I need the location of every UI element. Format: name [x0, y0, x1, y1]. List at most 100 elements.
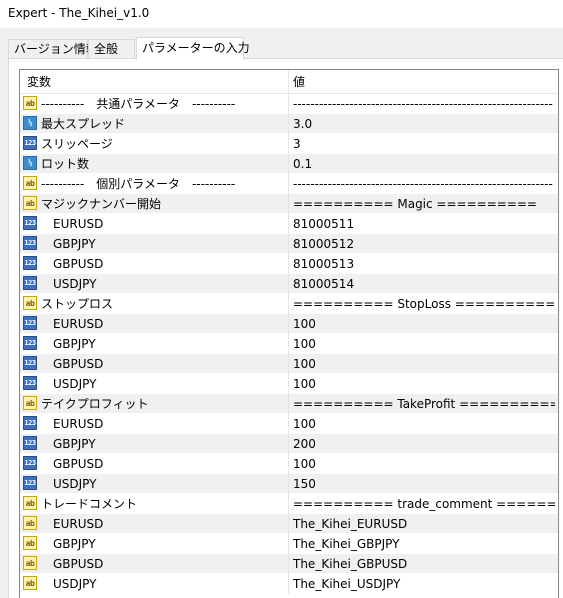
parameter-value[interactable]: The_Kihei_GBPJPY — [293, 534, 555, 554]
parameter-name: EURUSD — [53, 317, 104, 331]
parameter-row[interactable]: ab トレードコメント ========== trade_comment =====… — [20, 494, 558, 514]
parameter-value[interactable]: 81000512 — [293, 234, 555, 254]
tab-general[interactable]: 全般 — [88, 39, 135, 59]
parameter-row[interactable]: ab GBPUSD The_Kihei_GBPUSD — [20, 554, 558, 574]
parameter-name: テイクプロフィット — [41, 397, 149, 411]
string-type-icon: ab — [23, 536, 37, 550]
parameter-name: GBPUSD — [53, 357, 104, 371]
parameter-name: ロット数 — [41, 157, 90, 171]
double-type-icon: ½ — [23, 156, 37, 170]
parameter-row[interactable]: ab ---------- 個別パラメータ ---------- ---------… — [20, 174, 558, 194]
cell-divider — [288, 214, 289, 234]
grid-rows: ab ---------- 共通パラメータ ---------- ---------… — [20, 94, 558, 594]
parameter-value[interactable]: 81000514 — [293, 274, 555, 294]
parameter-name: USDJPY — [53, 377, 97, 391]
parameter-row[interactable]: 123 GBPUSD 100 — [20, 454, 558, 474]
parameter-value[interactable]: 3.0 — [293, 114, 555, 134]
parameter-row[interactable]: ½ ロット数 0.1 — [20, 154, 558, 174]
integer-type-icon: 123 — [23, 236, 37, 250]
integer-type-icon: 123 — [23, 356, 37, 370]
column-divider[interactable] — [288, 70, 289, 93]
parameter-value[interactable]: ========== TakeProfit ========== — [293, 394, 555, 414]
parameter-value[interactable]: ----------------------------------------… — [293, 174, 555, 194]
tab-version-info[interactable]: バージョン情報 — [8, 39, 98, 59]
parameter-row[interactable]: 123 USDJPY 150 — [20, 474, 558, 494]
cell-divider — [288, 94, 289, 114]
parameter-name: 最大スプレッド — [41, 117, 126, 131]
parameter-value[interactable]: The_Kihei_USDJPY — [293, 574, 555, 594]
parameter-value[interactable]: 81000513 — [293, 254, 555, 274]
parameter-row[interactable]: 123 GBPJPY 81000512 — [20, 234, 558, 254]
parameter-value[interactable]: 100 — [293, 334, 555, 354]
parameter-row[interactable]: ab USDJPY The_Kihei_USDJPY — [20, 574, 558, 594]
parameter-row[interactable]: ab テイクプロフィット ========== TakeProfit =======… — [20, 394, 558, 414]
parameter-row[interactable]: 123 EURUSD 81000511 — [20, 214, 558, 234]
cell-divider — [288, 334, 289, 354]
parameter-value[interactable]: The_Kihei_GBPUSD — [293, 554, 555, 574]
string-type-icon: ab — [23, 296, 37, 310]
string-type-icon: ab — [23, 576, 37, 590]
parameter-row[interactable]: ab ストップロス ========== StopLoss ========== — [20, 294, 558, 314]
parameter-name: ---------- 共通パラメータ ---------- — [41, 97, 236, 111]
parameter-name: EURUSD — [53, 217, 104, 231]
parameter-value[interactable]: The_Kihei_EURUSD — [293, 514, 555, 534]
cell-divider — [288, 294, 289, 314]
parameter-row[interactable]: ab ---------- 共通パラメータ ---------- ---------… — [20, 94, 558, 114]
parameter-row[interactable]: ab EURUSD The_Kihei_EURUSD — [20, 514, 558, 534]
cell-divider — [288, 154, 289, 174]
parameter-value[interactable]: 100 — [293, 374, 555, 394]
parameter-value[interactable]: 100 — [293, 314, 555, 334]
tab-strip: バージョン情報 全般 パラメーターの入力 — [8, 37, 563, 60]
parameter-row[interactable]: ½ 最大スプレッド 3.0 — [20, 114, 558, 134]
column-header-value[interactable]: 値 — [293, 70, 305, 93]
tab-input-parameters[interactable]: パラメーターの入力 — [136, 37, 250, 60]
parameter-name: GBPJPY — [53, 537, 96, 551]
parameter-value[interactable]: ========== trade_comment ========== — [293, 494, 555, 514]
parameter-name: EURUSD — [53, 517, 104, 531]
parameter-row[interactable]: 123 EURUSD 100 — [20, 414, 558, 434]
parameter-name: GBPUSD — [53, 557, 104, 571]
parameter-value[interactable]: 150 — [293, 474, 555, 494]
cell-divider — [288, 474, 289, 494]
parameter-row[interactable]: 123 GBPUSD 100 — [20, 354, 558, 374]
parameter-value[interactable]: 0.1 — [293, 154, 555, 174]
window-titlebar: Expert - The_Kihei_v1.0 — [0, 0, 563, 28]
parameter-name: ---------- 個別パラメータ ---------- — [41, 177, 236, 191]
cell-divider — [288, 274, 289, 294]
cell-divider — [288, 194, 289, 214]
parameter-row[interactable]: 123 USDJPY 81000514 — [20, 274, 558, 294]
parameter-value[interactable]: ========== Magic ========== — [293, 194, 555, 214]
parameter-row[interactable]: 123 GBPUSD 81000513 — [20, 254, 558, 274]
column-header-variable[interactable]: 変数 — [27, 70, 51, 93]
parameter-row[interactable]: 123 EURUSD 100 — [20, 314, 558, 334]
parameter-value[interactable]: 3 — [293, 134, 555, 154]
string-type-icon: ab — [23, 556, 37, 570]
parameter-name: GBPJPY — [53, 437, 96, 451]
parameter-value[interactable]: 200 — [293, 434, 555, 454]
integer-type-icon: 123 — [23, 256, 37, 270]
cell-divider — [288, 134, 289, 154]
parameter-row[interactable]: 123 GBPJPY 100 — [20, 334, 558, 354]
parameter-row[interactable]: ab GBPJPY The_Kihei_GBPJPY — [20, 534, 558, 554]
parameter-row[interactable]: ab マジックナンバー開始 ========== Magic ========== — [20, 194, 558, 214]
cell-divider — [288, 174, 289, 194]
grid-header: 変数 値 — [20, 70, 558, 94]
parameter-row[interactable]: 123 スリッページ 3 — [20, 134, 558, 154]
integer-type-icon: 123 — [23, 136, 37, 150]
parameter-value[interactable]: 100 — [293, 354, 555, 374]
double-type-icon: ½ — [23, 116, 37, 130]
parameter-value[interactable]: 81000511 — [293, 214, 555, 234]
cell-divider — [288, 114, 289, 134]
cell-divider — [288, 434, 289, 454]
parameter-value[interactable]: 100 — [293, 454, 555, 474]
cell-divider — [288, 394, 289, 414]
parameter-value[interactable]: ----------------------------------------… — [293, 94, 555, 114]
parameter-value[interactable]: 100 — [293, 414, 555, 434]
parameter-row[interactable]: 123 GBPJPY 200 — [20, 434, 558, 454]
cell-divider — [288, 554, 289, 574]
cell-divider — [288, 234, 289, 254]
parameter-name: ストップロス — [41, 297, 114, 311]
parameter-value[interactable]: ========== StopLoss ========== — [293, 294, 555, 314]
cell-divider — [288, 494, 289, 514]
parameter-row[interactable]: 123 USDJPY 100 — [20, 374, 558, 394]
